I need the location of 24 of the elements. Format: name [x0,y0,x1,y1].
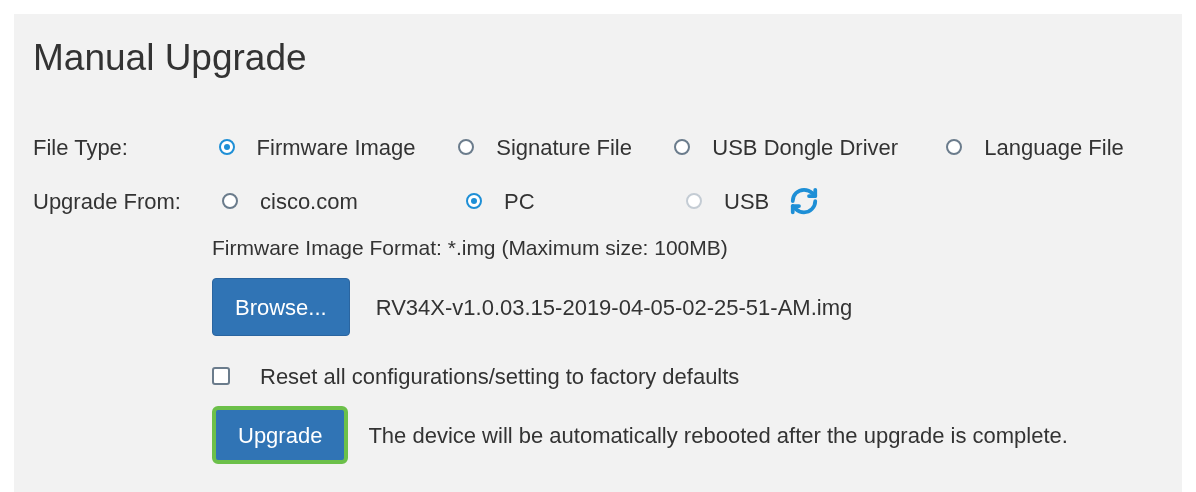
file-name: RV34X-v1.0.03.15-2019-04-05-02-25-51-AM.img [375,293,853,322]
browse-button[interactable]: Browse... [212,278,350,336]
field-label: Upgrade From: [33,187,182,216]
radio-label: Signature File [496,133,632,162]
refresh-icon[interactable] [789,186,820,216]
radio-button[interactable] [218,139,235,155]
radio-label: USB [724,187,770,216]
checkbox[interactable] [212,367,230,385]
radio-button[interactable] [674,139,691,155]
radio-label: Firmware Image [256,133,416,162]
page-title: Manual Upgrade [33,36,308,80]
radio-label: cisco.com [260,187,358,216]
field-label: File Type: [33,133,129,162]
checkbox-label: Reset all configurations/setting to factory defaults [260,362,740,391]
radio-button[interactable] [466,193,482,209]
radio-button[interactable] [222,193,238,209]
radio-label: USB Dongle Driver [712,133,899,162]
radio-label: PC [504,187,535,216]
upgrade-note: The device will be automatically rebooted after the upgrade is complete. [368,421,1068,450]
radio-button[interactable] [946,139,963,155]
radio-label: Language File [984,133,1124,162]
upgrade-button[interactable]: Upgrade [212,406,349,464]
radio-button[interactable] [458,139,475,155]
format-note: Firmware Image Format: *.img (Maximum size: 100MB) [212,235,729,262]
